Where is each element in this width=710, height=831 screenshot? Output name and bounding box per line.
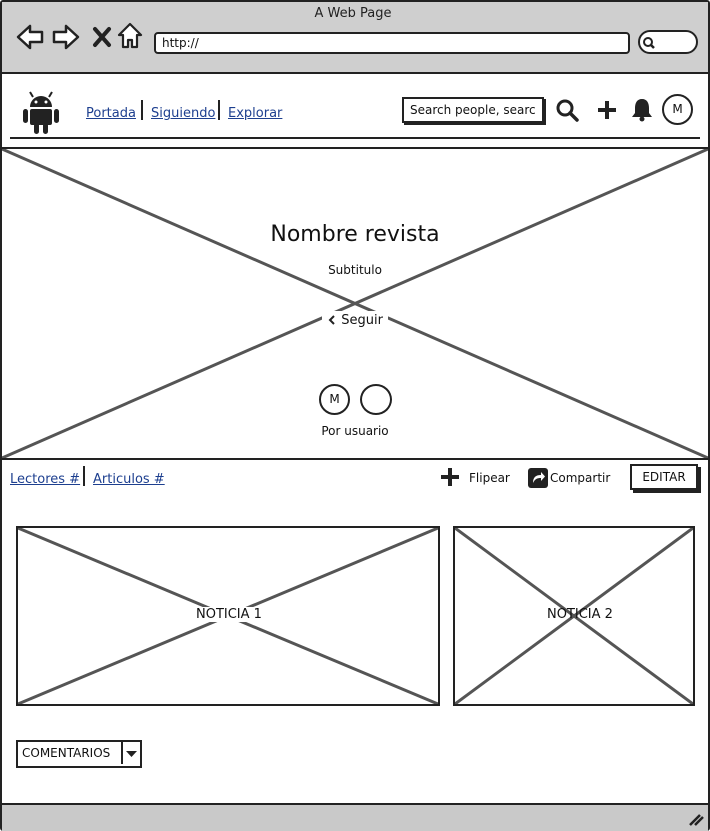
share-button-label[interactable]: Compartir	[550, 470, 610, 486]
comments-dropdown-label: COMENTARIOS	[22, 746, 111, 760]
follow-button-label: Seguir	[341, 313, 383, 328]
flip-plus-icon[interactable]	[440, 467, 460, 491]
chevron-left-icon	[327, 313, 341, 328]
toolbar-separator	[83, 466, 85, 486]
nav-link-siguiendo[interactable]: Siguiendo	[151, 102, 215, 121]
user-avatar[interactable]: M	[662, 94, 693, 125]
author-avatar-empty[interactable]	[360, 384, 392, 415]
nav-separator	[141, 100, 143, 120]
bell-icon[interactable]	[630, 97, 654, 127]
follow-button[interactable]: Seguir	[322, 311, 388, 331]
nav-link-portada[interactable]: Portada	[86, 102, 136, 121]
share-icon[interactable]	[527, 467, 549, 493]
readers-link[interactable]: Lectores #	[10, 468, 80, 487]
placeholder-x-lines	[2, 149, 708, 458]
nav-link-explorar[interactable]: Explorar	[228, 102, 282, 121]
add-plus-icon[interactable]	[596, 99, 618, 125]
close-x-icon[interactable]	[92, 26, 112, 48]
articles-link[interactable]: Articulos #	[93, 468, 165, 487]
news-card-label: NOTICIA 1	[194, 607, 264, 622]
chevron-down-icon[interactable]	[121, 742, 140, 764]
magazine-subtitle: Subtitulo	[328, 263, 382, 277]
edit-button[interactable]: EDITAR	[630, 464, 698, 490]
browser-statusbar	[2, 803, 708, 831]
home-icon[interactable]	[117, 22, 143, 50]
news-card-1[interactable]: NOTICIA 1	[16, 526, 440, 706]
url-bar[interactable]: http://	[154, 32, 630, 54]
nav-separator	[218, 100, 220, 120]
by-user-label: Por usuario	[321, 424, 389, 438]
author-avatar[interactable]: M	[319, 384, 350, 415]
magazine-title: Nombre revista	[270, 222, 440, 247]
browser-search-field[interactable]	[638, 30, 698, 54]
android-logo-icon[interactable]	[22, 89, 60, 139]
forward-arrow-icon[interactable]	[52, 24, 80, 50]
comments-dropdown[interactable]: COMENTARIOS	[16, 740, 142, 768]
search-icon	[642, 35, 656, 54]
search-icon[interactable]	[556, 99, 580, 127]
back-arrow-icon[interactable]	[16, 24, 44, 50]
news-card-2[interactable]: NOTICIA 2	[453, 526, 695, 706]
nav-divider	[10, 137, 700, 139]
people-search-input[interactable]: Search people, searc	[402, 97, 544, 123]
news-card-label: NOTICIA 2	[547, 607, 613, 622]
resize-grip-icon[interactable]	[688, 811, 704, 830]
flip-button-label[interactable]: Flipear	[469, 470, 510, 486]
window-title: A Web Page	[314, 6, 392, 21]
hero-image-placeholder	[2, 147, 708, 460]
